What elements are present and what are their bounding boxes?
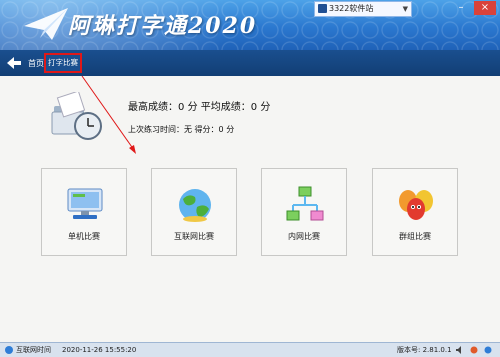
average-score-value: 0 <box>250 102 258 113</box>
computer-icon <box>67 188 103 219</box>
user-dropdown[interactable]: 3322软件站 ▼ <box>314 1 412 17</box>
globe-icon <box>5 346 13 354</box>
clock-folder-icon <box>51 92 102 140</box>
mode-card-group[interactable]: 群组比赛 <box>372 168 458 256</box>
mode-label-internet: 互联网比赛 <box>174 232 214 241</box>
best-score-label: 最高成绩： <box>128 102 178 113</box>
last-practice-summary: 上次练习时间：无 得分：0 分 <box>128 124 234 135</box>
chevron-down-icon: ▼ <box>402 5 408 13</box>
mode-label-standalone: 单机比赛 <box>68 232 100 241</box>
score-unit: 分 <box>226 125 235 134</box>
average-score-unit: 分 <box>260 102 271 113</box>
group-icon <box>399 190 433 220</box>
score-value: 0 <box>218 125 224 134</box>
best-score-value: 0 <box>178 102 185 113</box>
user-icon <box>318 4 327 13</box>
best-score-unit: 分 <box>187 102 198 113</box>
app-title: 阿琳打字通2020 <box>68 13 258 39</box>
last-time-label: 上次练习时间： <box>128 125 184 134</box>
mode-card-lan[interactable]: 内网比赛 <box>261 168 347 256</box>
score-summary: 最高成绩：0 分 平均成绩：0 分 <box>128 98 270 113</box>
network-time-label: 互联网时间 <box>16 346 51 354</box>
breadcrumb-home[interactable]: 首页 <box>28 58 44 69</box>
user-label: 3322软件站 <box>329 4 374 13</box>
mode-card-standalone[interactable]: 单机比赛 <box>41 168 127 256</box>
mode-label-group: 群组比赛 <box>399 232 431 241</box>
average-score-label: 平均成绩： <box>200 102 251 113</box>
help-icon[interactable] <box>470 346 478 354</box>
network-icon <box>286 186 324 221</box>
version-label: 版本号: 2.81.0.1 <box>397 346 452 354</box>
last-time-value: 无 <box>184 125 192 134</box>
close-button[interactable]: × <box>474 1 496 15</box>
volume-icon[interactable] <box>456 346 464 354</box>
back-arrow-icon[interactable] <box>7 57 21 69</box>
info-icon[interactable] <box>484 346 492 354</box>
status-bar: 互联网时间 2020-11-26 15:55:20 版本号: 2.81.0.1 <box>0 342 500 357</box>
minimize-button[interactable]: – <box>450 1 472 15</box>
mode-label-lan: 内网比赛 <box>288 232 320 241</box>
globe-icon <box>179 189 211 222</box>
mode-card-internet[interactable]: 互联网比赛 <box>151 168 237 256</box>
status-datetime: 2020-11-26 15:55:20 <box>62 346 137 354</box>
breadcrumb-current[interactable]: 打字比赛 <box>44 53 82 73</box>
score-label: 得分： <box>194 125 219 134</box>
title-bar: 阿琳打字通2020 3322软件站 ▼ – × <box>0 0 500 50</box>
paper-plane-logo-icon <box>24 8 68 40</box>
